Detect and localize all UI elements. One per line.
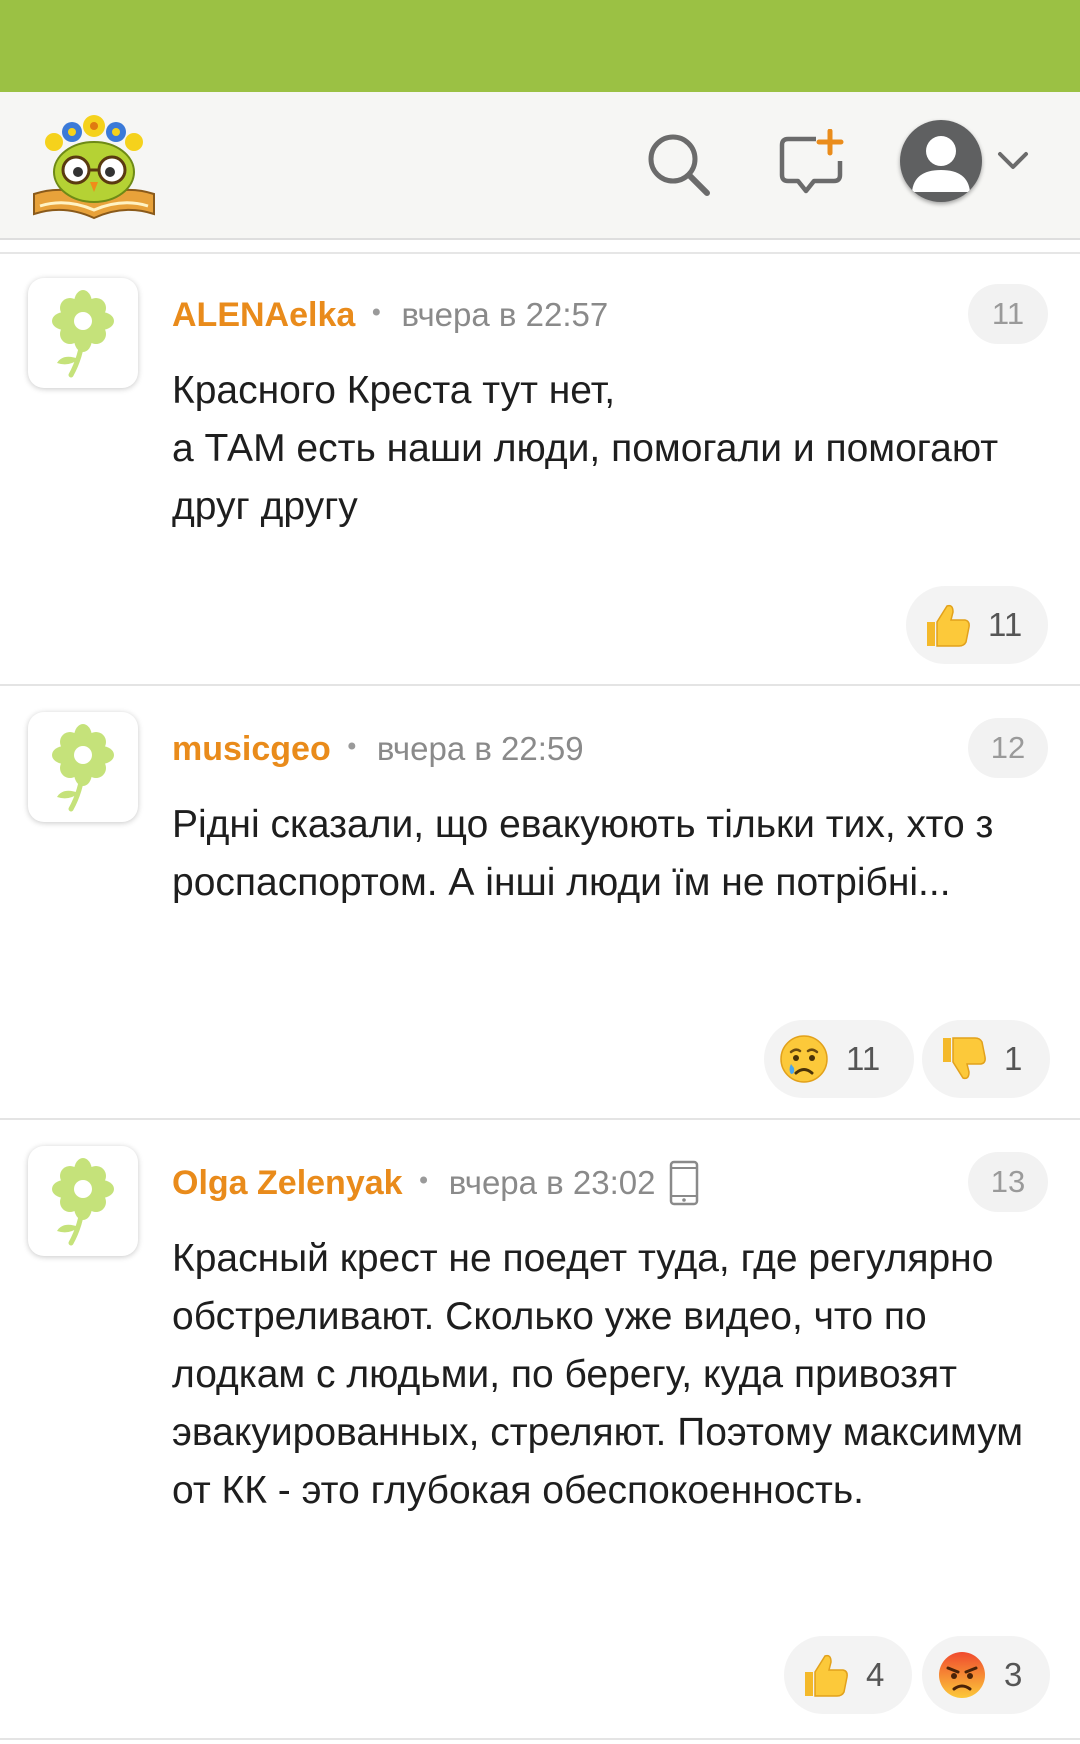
thumbs-down-icon xyxy=(936,1033,988,1085)
flower-avatar-icon xyxy=(52,724,114,812)
user-avatar-icon[interactable] xyxy=(900,120,982,202)
comment-time[interactable]: вчера в 23:02 xyxy=(449,1164,656,1202)
reaction-count: 4 xyxy=(866,1656,885,1693)
thumbs-up-icon xyxy=(920,599,972,651)
comment-author[interactable]: Olga Zelenyak xyxy=(172,1164,403,1203)
reaction-crying[interactable]: 11 xyxy=(764,1020,914,1098)
mobile-phone-icon xyxy=(669,1160,699,1206)
owl-reading-book-logo[interactable] xyxy=(30,110,160,222)
comment-text: Рідні сказали, що евакуюють тільки тих, … xyxy=(172,803,994,904)
comment: ALENAelka • вчера в 22:57 11 Красного Кр… xyxy=(0,252,1080,686)
comment-author[interactable]: musicgeo xyxy=(172,730,331,769)
comment-number[interactable]: 11 xyxy=(968,284,1048,344)
status-bar xyxy=(0,0,1080,92)
reaction-count: 1 xyxy=(1004,1040,1023,1077)
comment-author[interactable]: ALENAelka xyxy=(172,296,355,335)
flower-avatar-icon xyxy=(52,1158,114,1246)
reaction-thumbs-down[interactable]: 1 xyxy=(922,1020,1050,1098)
comment-text: Красного Креста тут нет, а ТАМ есть наши… xyxy=(172,369,999,528)
new-comment-icon xyxy=(776,128,846,203)
avatar[interactable] xyxy=(28,712,138,822)
profile-menu-button[interactable] xyxy=(994,144,1032,182)
avatar[interactable] xyxy=(28,278,138,388)
comment-number[interactable]: 12 xyxy=(968,718,1048,778)
app-header xyxy=(0,92,1080,240)
flower-avatar-icon xyxy=(52,290,114,378)
reaction-count: 11 xyxy=(846,1040,881,1077)
comment: Olga Zelenyak • вчера в 23:02 13 Красный… xyxy=(0,1120,1080,1740)
comment-text: Красный крест не поедет туда, где регуля… xyxy=(172,1237,1024,1512)
reaction-count: 3 xyxy=(1004,1656,1023,1693)
thumbs-up-icon xyxy=(798,1649,850,1701)
new-comment-button[interactable] xyxy=(773,128,849,204)
search-button[interactable] xyxy=(640,128,716,204)
comment-number[interactable]: 13 xyxy=(968,1152,1048,1212)
reaction-count: 11 xyxy=(988,606,1023,643)
reaction-thumbs-up[interactable]: 11 xyxy=(906,586,1048,664)
separator: • xyxy=(344,733,359,761)
reaction-thumbs-up[interactable]: 4 xyxy=(784,1636,912,1714)
comment: musicgeo • вчера в 22:59 12 Рідні сказал… xyxy=(0,686,1080,1120)
chevron-down-icon xyxy=(996,150,1030,176)
search-icon xyxy=(643,129,713,203)
separator: • xyxy=(416,1167,431,1195)
crying-face-icon xyxy=(778,1033,830,1085)
angry-face-icon xyxy=(936,1649,988,1701)
comment-time[interactable]: вчера в 22:57 xyxy=(401,296,608,334)
reaction-angry[interactable]: 3 xyxy=(922,1636,1050,1714)
separator: • xyxy=(369,299,384,327)
comment-time[interactable]: вчера в 22:59 xyxy=(377,730,584,768)
avatar[interactable] xyxy=(28,1146,138,1256)
